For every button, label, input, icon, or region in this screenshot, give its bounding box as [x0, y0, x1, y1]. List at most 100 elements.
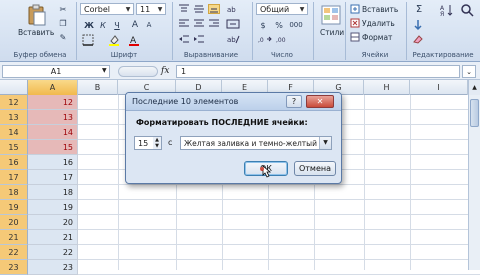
vertical-scrollbar[interactable] — [468, 95, 480, 270]
font-size-combo[interactable]: 11 ▼ — [136, 3, 166, 15]
formula-bar-handle[interactable] — [118, 66, 158, 77]
format-select[interactable]: Желтая заливка и темно-желтый текст ▼ — [180, 136, 332, 150]
row-header[interactable]: 18 — [0, 185, 28, 200]
select-all-corner[interactable] — [0, 80, 28, 95]
copy-icon[interactable]: ❐ — [56, 17, 70, 31]
cell-a[interactable]: 20 — [28, 215, 78, 230]
text-orientation-icon[interactable]: ab — [226, 34, 240, 44]
font-name-combo[interactable]: Corbel ▼ — [80, 3, 134, 15]
currency-icon[interactable]: $ — [256, 19, 270, 33]
row-header[interactable]: 15 — [0, 140, 28, 155]
column-header-i[interactable]: I — [410, 80, 468, 95]
chevron-down-icon[interactable]: ▼ — [298, 5, 306, 14]
insert-cells-icon[interactable] — [350, 4, 360, 14]
insert-cells-button[interactable]: Вставить — [362, 5, 398, 14]
chevron-down-icon[interactable]: ▼ — [124, 5, 132, 14]
cell-a[interactable]: 18 — [28, 185, 78, 200]
align-middle-icon[interactable] — [193, 4, 205, 14]
styles-icon[interactable] — [320, 4, 342, 26]
underline-button[interactable]: Ч — [110, 19, 124, 33]
number-format-combo[interactable]: Общий ▼ — [256, 3, 308, 15]
borders-icon[interactable] — [82, 34, 94, 46]
name-box[interactable]: A1 — [2, 65, 110, 78]
close-button[interactable]: ✕ — [306, 95, 334, 108]
align-bottom-icon[interactable] — [208, 4, 220, 14]
bold-button[interactable]: Ж — [82, 19, 96, 33]
row-header[interactable]: 20 — [0, 215, 28, 230]
thousands-button[interactable]: 000 — [286, 19, 306, 33]
help-button[interactable]: ? — [286, 95, 302, 108]
formula-input[interactable]: 1 — [176, 65, 460, 78]
decrease-decimal-icon[interactable]: ,00 — [276, 34, 290, 44]
name-box-value: A1 — [50, 67, 62, 76]
merge-cells-icon[interactable] — [226, 19, 240, 29]
cell-a[interactable]: 13 — [28, 110, 78, 125]
format-cells-button[interactable]: Формат — [362, 33, 392, 42]
row-header[interactable]: 19 — [0, 200, 28, 215]
insert-function-icon[interactable]: fx — [161, 65, 175, 78]
clear-icon[interactable] — [412, 33, 424, 45]
align-right-icon[interactable] — [208, 19, 220, 29]
scrollbar-thumb[interactable] — [470, 99, 479, 127]
cell-a[interactable]: 17 — [28, 170, 78, 185]
delete-cells-button[interactable]: Удалить — [362, 19, 395, 28]
gridline — [78, 184, 480, 185]
cell-a[interactable]: 12 — [28, 95, 78, 110]
expand-formula-bar-icon[interactable]: ⌄ — [462, 65, 476, 78]
chevron-down-icon[interactable]: ▼ — [102, 67, 109, 75]
delete-cells-icon[interactable] — [350, 18, 360, 28]
column-header-a[interactable]: A — [28, 80, 78, 95]
row-header[interactable]: 16 — [0, 155, 28, 170]
cell-a[interactable]: 19 — [28, 200, 78, 215]
paste-button-label[interactable]: Вставить — [18, 28, 54, 37]
increase-indent-icon[interactable] — [193, 34, 205, 44]
cell-a[interactable]: 21 — [28, 230, 78, 245]
align-center-icon[interactable] — [193, 19, 205, 29]
fill-color-icon[interactable] — [108, 34, 120, 46]
font-color-icon[interactable]: A — [128, 34, 140, 46]
sort-filter-icon[interactable]: AЯ — [440, 3, 454, 18]
row-header[interactable]: 13 — [0, 110, 28, 125]
align-left-icon[interactable] — [178, 19, 190, 29]
chevron-down-icon[interactable]: ▼ — [319, 137, 331, 149]
gridline — [78, 214, 480, 215]
fill-down-icon[interactable] — [412, 19, 424, 31]
dialog-title-bar[interactable]: Последние 10 элементов ? ✕ — [126, 93, 341, 111]
row-header[interactable]: 12 — [0, 95, 28, 110]
cell-a[interactable]: 15 — [28, 140, 78, 155]
cell-a[interactable]: 16 — [28, 155, 78, 170]
find-icon[interactable] — [460, 3, 474, 17]
column-header-b[interactable]: B — [78, 80, 118, 95]
italic-button[interactable]: К — [96, 19, 110, 33]
shrink-font-button[interactable]: A — [142, 19, 156, 33]
row-header[interactable]: 23 — [0, 260, 28, 275]
row-header[interactable]: 17 — [0, 170, 28, 185]
chevron-down-icon[interactable]: ▼ — [156, 5, 164, 14]
row-header[interactable]: 14 — [0, 125, 28, 140]
decrease-indent-icon[interactable] — [178, 34, 190, 44]
cell-a[interactable]: 23 — [28, 260, 78, 275]
svg-text:ab: ab — [227, 6, 236, 14]
column-header-h[interactable]: H — [364, 80, 410, 95]
cell-a[interactable]: 22 — [28, 245, 78, 260]
cut-icon[interactable]: ✂ — [56, 3, 70, 17]
mouse-cursor-icon — [260, 165, 272, 179]
scrollbar-up-icon[interactable]: ▲ — [468, 80, 480, 95]
paste-icon[interactable] — [26, 4, 48, 26]
wrap-text-icon[interactable]: ab — [226, 4, 240, 14]
percent-button[interactable]: % — [272, 19, 286, 33]
autosum-button[interactable]: Σ — [412, 3, 426, 17]
spinner-down-icon[interactable]: ▼ — [153, 143, 161, 149]
format-painter-icon[interactable]: ✎ — [56, 31, 70, 45]
grow-font-button[interactable]: A — [128, 19, 142, 33]
styles-button-label[interactable]: Стили — [320, 28, 344, 37]
dialog-title: Последние 10 элементов — [132, 97, 239, 106]
row-header[interactable]: 21 — [0, 230, 28, 245]
cell-a[interactable]: 14 — [28, 125, 78, 140]
count-spinner[interactable]: 15 ▲ ▼ — [134, 136, 162, 150]
cancel-button[interactable]: Отмена — [294, 161, 336, 176]
format-cells-icon[interactable] — [350, 32, 360, 42]
increase-decimal-icon[interactable]: ,0 — [258, 34, 272, 44]
align-top-icon[interactable] — [178, 4, 190, 14]
row-header[interactable]: 22 — [0, 245, 28, 260]
